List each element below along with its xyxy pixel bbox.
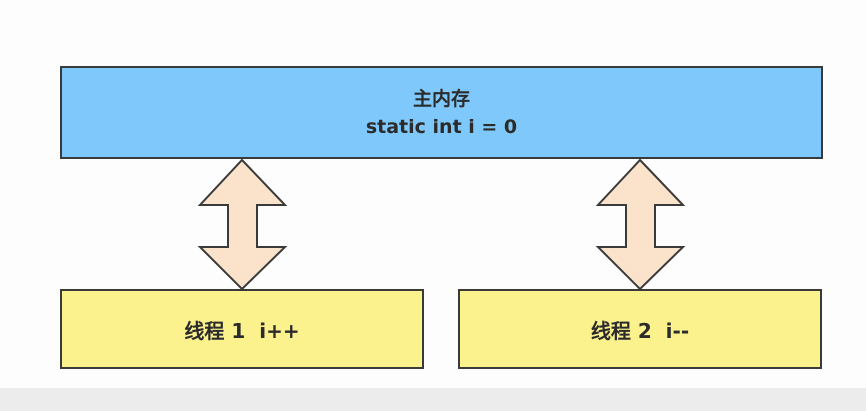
main-memory-box: 主内存 static int i = 0	[60, 66, 823, 159]
double-arrow-right	[595, 158, 686, 291]
double-arrow-left	[197, 158, 288, 291]
main-memory-title: 主内存	[412, 87, 470, 110]
thread-2-label: 线程 2 i--	[590, 318, 690, 343]
thread-1-box: 线程 1 i++	[60, 289, 424, 369]
main-memory-code: static int i = 0	[365, 115, 518, 138]
thread-2-box: 线程 2 i--	[458, 289, 822, 369]
thread-1-label: 线程 1 i++	[184, 318, 300, 343]
